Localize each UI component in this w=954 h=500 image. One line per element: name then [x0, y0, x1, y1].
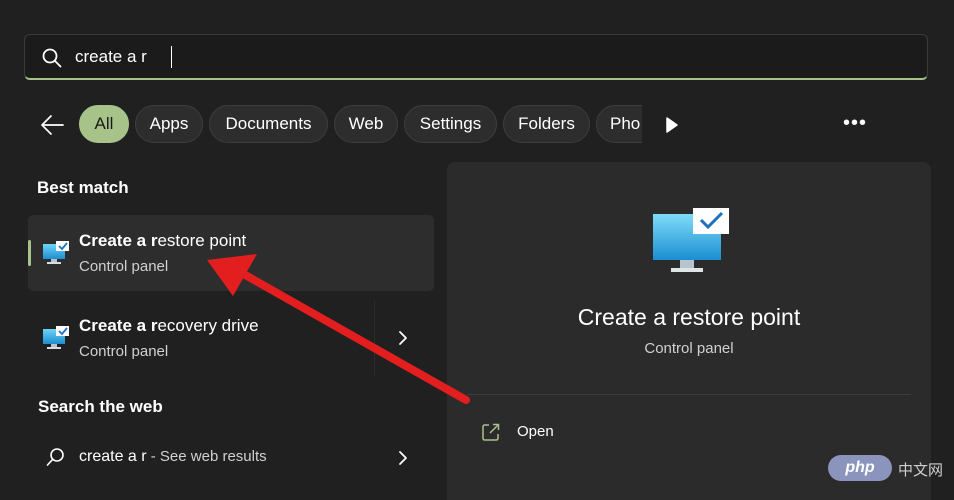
monitor-check-icon	[653, 208, 729, 272]
search-web-heading: Search the web	[38, 397, 163, 416]
divider	[467, 394, 911, 395]
web-result[interactable]: create a r - See web results	[28, 430, 434, 486]
search-icon	[42, 48, 62, 68]
filter-bar: All Apps Documents Web Settings Folders …	[0, 104, 954, 146]
text-caret	[171, 46, 172, 68]
preview-subtitle: Control panel	[644, 340, 734, 357]
filter-chip-apps[interactable]: Apps	[135, 105, 203, 143]
result-title: Create a recovery drive	[79, 316, 259, 335]
result-title: Create a restore point	[79, 231, 247, 250]
open-external-icon	[482, 423, 500, 441]
chevron-right-icon[interactable]	[396, 328, 410, 348]
web-result-text: create a r - See web results	[79, 448, 267, 465]
result-create-recovery-drive[interactable]: Create a recovery drive Control panel	[28, 300, 434, 376]
watermark-logo: php	[828, 455, 892, 481]
result-subtitle: Control panel	[79, 343, 169, 360]
search-box[interactable]	[24, 34, 928, 80]
monitor-check-icon	[43, 326, 69, 349]
result-create-restore-point[interactable]: Create a restore point Control panel	[28, 215, 434, 291]
preview-title: Create a restore point	[577, 304, 801, 330]
best-match-heading: Best match	[37, 178, 129, 197]
open-action[interactable]: Open	[467, 414, 667, 450]
filter-chip-clip: Pho	[596, 104, 642, 146]
search-icon	[46, 448, 64, 466]
filter-chip-web[interactable]: Web	[334, 105, 398, 143]
monitor-check-icon	[43, 241, 69, 264]
watermark-text: 中文网	[898, 462, 944, 479]
filter-chip-photos[interactable]: Pho	[596, 105, 642, 143]
filter-chip-all[interactable]: All	[79, 105, 129, 143]
search-input[interactable]	[75, 35, 895, 79]
more-icon[interactable]: •••	[840, 113, 870, 136]
play-icon[interactable]	[660, 114, 682, 136]
filter-chip-documents[interactable]: Documents	[209, 105, 328, 143]
open-label: Open	[517, 423, 554, 440]
filter-chip-settings[interactable]: Settings	[404, 105, 497, 143]
result-subtitle: Control panel	[79, 258, 169, 275]
divider	[374, 300, 375, 376]
filter-chip-folders[interactable]: Folders	[503, 105, 590, 143]
selection-indicator	[28, 240, 31, 266]
preview-pane: Create a restore point Control panel Ope…	[447, 162, 931, 500]
back-arrow-icon[interactable]	[36, 110, 68, 140]
chevron-right-icon[interactable]	[396, 448, 410, 468]
